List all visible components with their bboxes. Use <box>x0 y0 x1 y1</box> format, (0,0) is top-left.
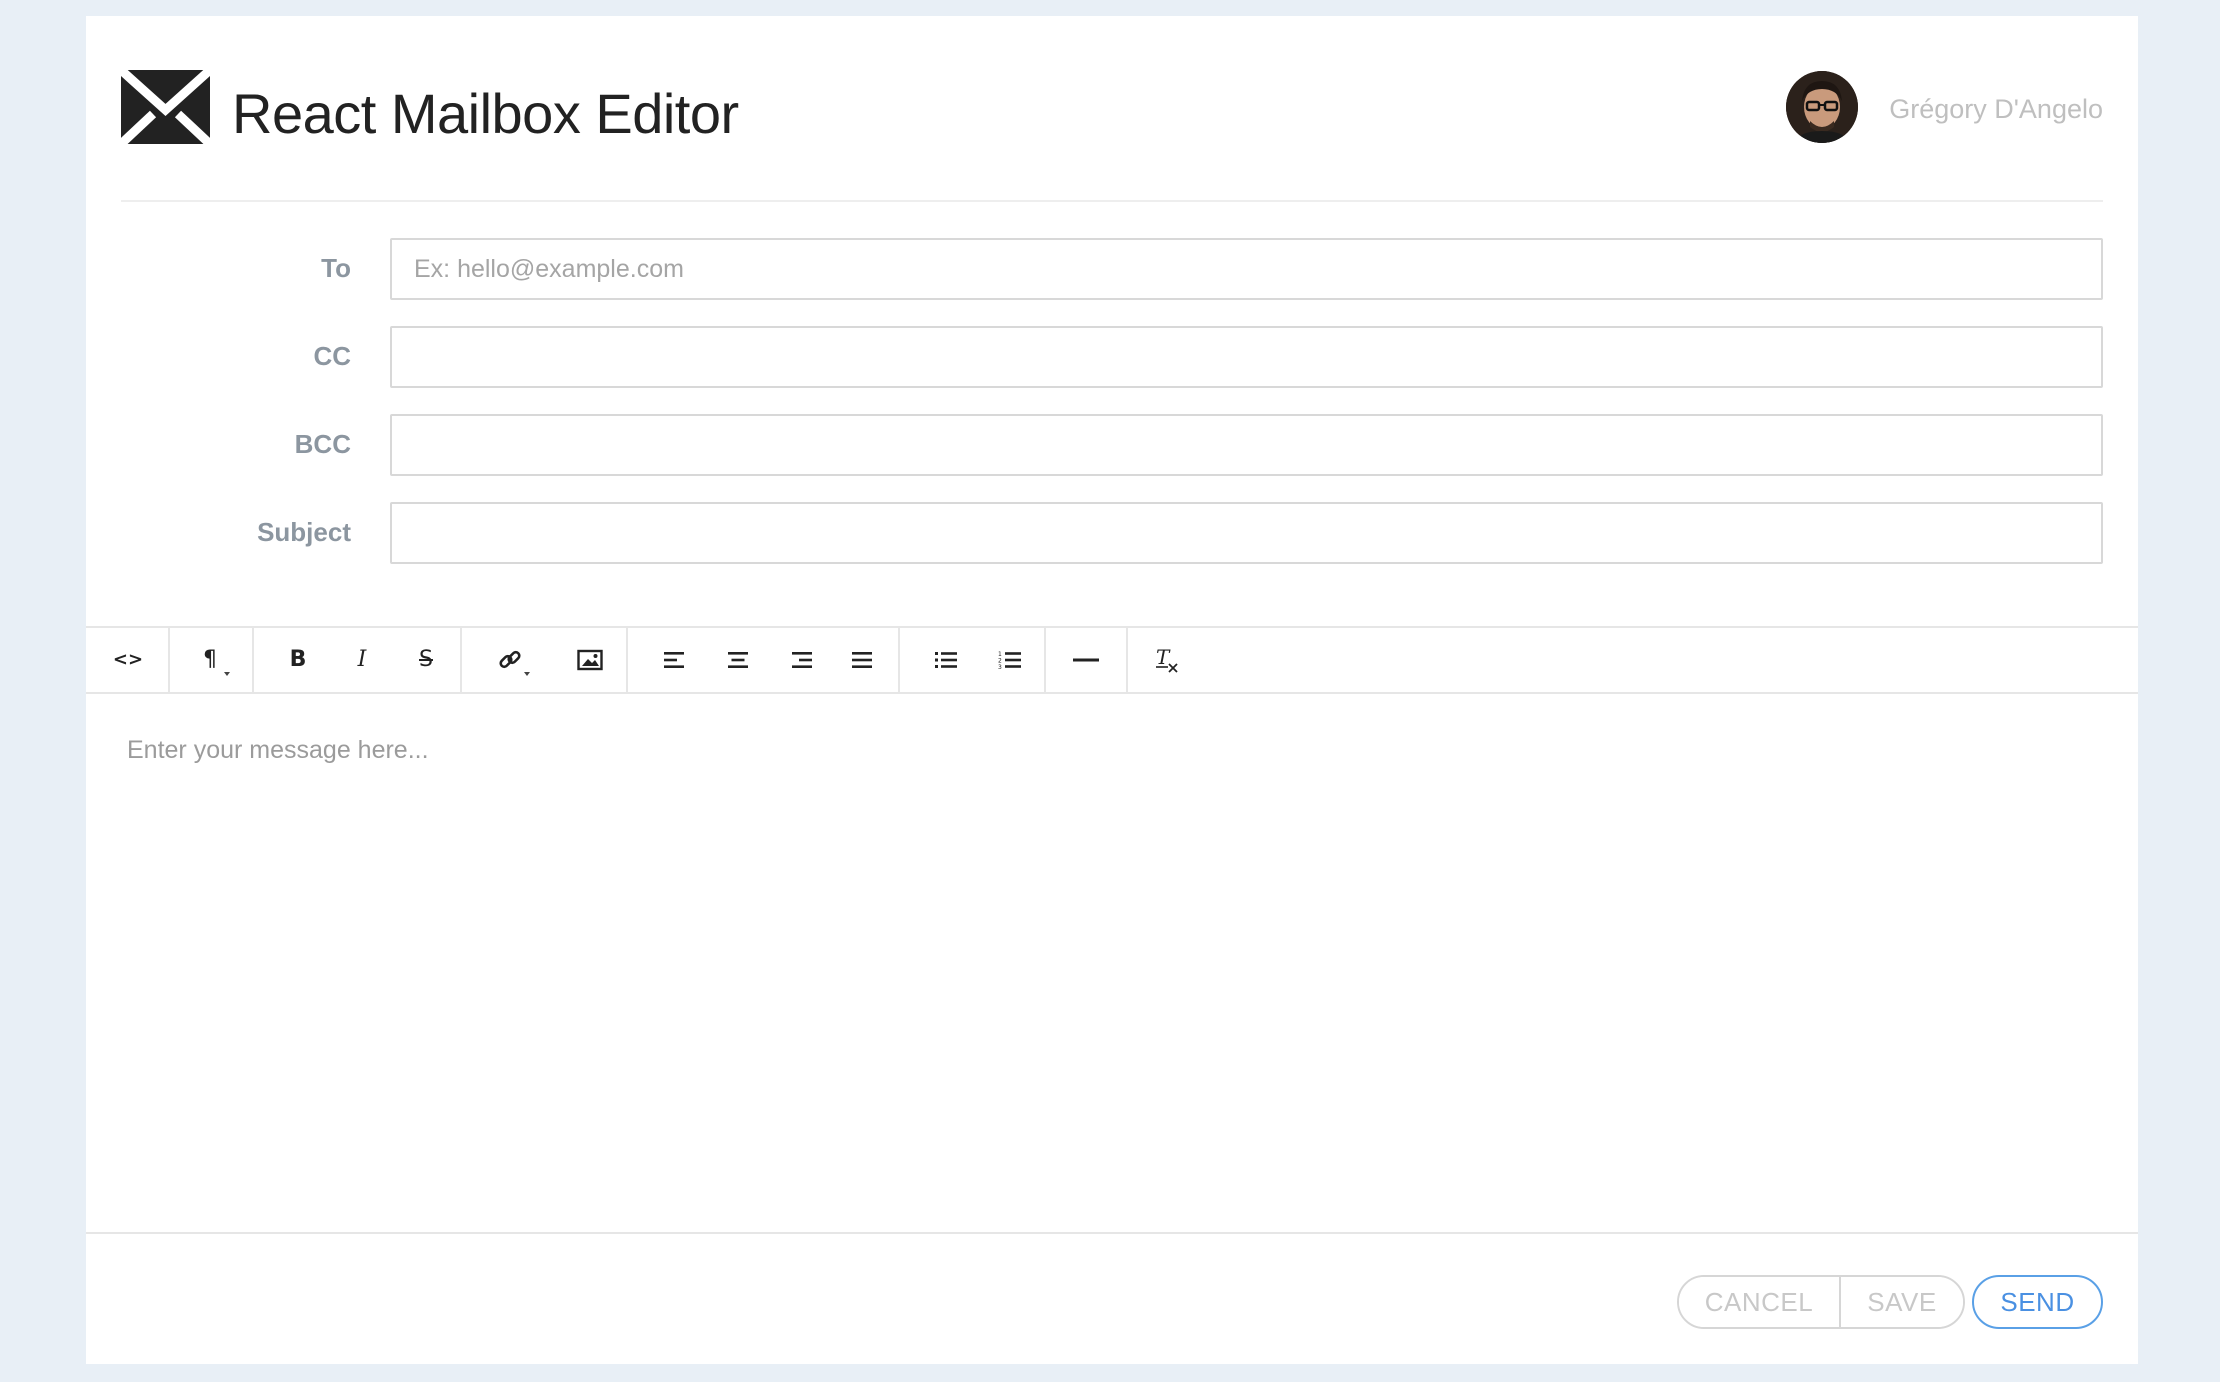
envelope-icon <box>121 70 210 144</box>
toolbar-group-rule <box>1046 628 1128 692</box>
save-button[interactable]: SAVE <box>1841 1277 1963 1327</box>
to-input[interactable] <box>390 238 2103 300</box>
header: React Mailbox Editor Grégory D'Angelo <box>121 16 2103 202</box>
bullet-list-button[interactable] <box>924 638 968 682</box>
numbered-list-icon: 1 2 3 <box>998 651 1021 670</box>
numbered-list-button[interactable]: 1 2 3 <box>988 638 1032 682</box>
to-row: To <box>86 238 2138 300</box>
svg-text:T: T <box>1156 645 1171 669</box>
toolbar-group-lists: 1 2 3 <box>900 628 1046 692</box>
cancel-button[interactable]: CANCEL <box>1679 1277 1841 1327</box>
to-label: To <box>321 253 351 283</box>
paragraph-icon: ¶ <box>203 647 217 672</box>
align-left-icon <box>664 652 684 668</box>
toolbar-group-styles: B I S <box>254 628 462 692</box>
horizontal-rule-icon <box>1073 658 1099 662</box>
align-center-icon <box>728 652 748 668</box>
bcc-input[interactable] <box>390 414 2103 476</box>
user-name[interactable]: Grégory D'Angelo <box>1889 93 2103 125</box>
bcc-row: BCC <box>86 414 2138 476</box>
link-button[interactable] <box>488 638 532 682</box>
strikethrough-button[interactable]: S <box>404 638 448 682</box>
clear-format-button[interactable]: T <box>1146 638 1190 682</box>
toolbar-group-align <box>628 628 900 692</box>
bcc-label: BCC <box>294 429 351 459</box>
chevron-down-icon <box>524 672 530 676</box>
avatar-portrait-icon <box>1786 71 1858 143</box>
code-view-icon: <> <box>112 649 144 670</box>
bold-icon: B <box>289 647 307 672</box>
subject-input[interactable] <box>390 502 2103 564</box>
clear-format-icon: T <box>1156 645 1178 673</box>
subject-row: Subject <box>86 502 2138 564</box>
app-title: React Mailbox Editor <box>232 82 739 145</box>
toolbar-group-paragraph: ¶ <box>170 628 254 692</box>
secondary-actions: CANCEL SAVE <box>1677 1275 1965 1329</box>
toolbar-group-clear: T <box>1128 628 1208 692</box>
paragraph-button[interactable]: ¶ <box>188 638 232 682</box>
send-button[interactable]: SEND <box>1972 1275 2103 1329</box>
image-button[interactable] <box>568 638 612 682</box>
toolbar-group-source: <> <box>86 628 170 692</box>
bold-button[interactable]: B <box>276 638 320 682</box>
italic-icon: I <box>357 647 367 672</box>
align-right-icon <box>792 652 812 668</box>
image-icon <box>577 649 603 671</box>
align-center-button[interactable] <box>716 638 760 682</box>
align-justify-button[interactable] <box>840 638 884 682</box>
strikethrough-icon: S <box>419 647 433 672</box>
subject-label: Subject <box>257 517 351 547</box>
align-right-button[interactable] <box>780 638 824 682</box>
horizontal-rule-button[interactable] <box>1064 638 1108 682</box>
italic-button[interactable]: I <box>340 638 384 682</box>
code-view-button[interactable]: <> <box>106 638 150 682</box>
align-left-button[interactable] <box>652 638 696 682</box>
mail-editor-card: React Mailbox Editor Grégory D'Angelo To… <box>86 16 2138 1364</box>
align-justify-icon <box>852 652 872 668</box>
toolbar-group-insert <box>462 628 628 692</box>
user-avatar[interactable] <box>1786 71 1858 143</box>
cc-label: CC <box>313 341 351 371</box>
chevron-down-icon <box>224 672 230 676</box>
link-icon <box>499 650 521 669</box>
bullet-list-icon <box>935 652 957 668</box>
svg-text:3: 3 <box>998 664 1002 670</box>
cc-row: CC <box>86 326 2138 388</box>
editor-toolbar: <> ¶ B I S 1 2 3 T <box>86 626 2138 694</box>
message-editor[interactable]: Enter your message here... <box>86 694 2138 1234</box>
message-placeholder: Enter your message here... <box>127 736 429 764</box>
cc-input[interactable] <box>390 326 2103 388</box>
